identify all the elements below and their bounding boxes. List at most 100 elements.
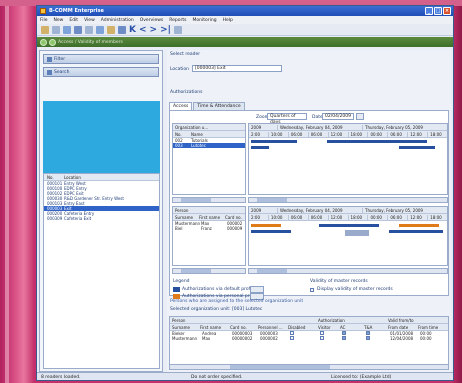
col-org-name[interactable]: Name <box>191 132 245 137</box>
close-button[interactable]: × <box>443 7 451 15</box>
menu-reports[interactable]: Reports <box>169 18 186 23</box>
person-scrollbar[interactable] <box>172 268 246 274</box>
tab-time-attendance[interactable]: Time & Attendance <box>193 102 245 110</box>
calendar-icon[interactable] <box>356 113 364 120</box>
menu-overviews[interactable]: Overviews <box>140 18 164 23</box>
col-surname[interactable]: Surname <box>173 215 199 220</box>
year-header: 2009 <box>251 207 262 213</box>
col-card-no[interactable]: Card no. <box>230 325 258 330</box>
location-field[interactable]: [000003] Exit <box>192 65 282 72</box>
col-surname[interactable]: Surname <box>170 325 200 330</box>
zoom-select[interactable]: Quarters of days <box>267 113 307 125</box>
disabled-checkbox[interactable] <box>290 336 294 340</box>
menu-bar: File New Edit View Administration Overvi… <box>37 16 453 24</box>
person-timeline-scrollbar[interactable] <box>248 268 448 274</box>
back-icon[interactable] <box>40 38 47 46</box>
ta-checkbox[interactable] <box>366 331 370 335</box>
filter-icon[interactable] <box>107 25 115 34</box>
tab-access[interactable]: Access <box>169 102 193 110</box>
authorization-bar[interactable] <box>327 140 427 143</box>
col-from-date[interactable]: From date <box>388 325 418 330</box>
authorization-bar[interactable] <box>389 230 443 233</box>
title-bar: B-COMM Enterprise _ □ × <box>37 6 453 16</box>
table-row[interactable]: Biel Franz 000009 <box>173 226 245 231</box>
col-first-name[interactable]: First name <box>199 215 225 220</box>
col-first-name[interactable]: First name <box>200 325 230 330</box>
save-icon[interactable] <box>52 25 60 34</box>
authorization-bar-personal[interactable] <box>251 224 281 227</box>
forward-icon[interactable] <box>49 38 56 46</box>
col-card-no[interactable]: Card no. <box>225 215 245 220</box>
paste-icon[interactable] <box>85 25 93 34</box>
validity-title: Validity of master records <box>310 279 368 284</box>
menu-edit[interactable]: Edit <box>69 18 78 23</box>
search-header[interactable]: Search <box>43 67 159 77</box>
table-row[interactable]: Mustermann Max 00000002 0000002 12/04/20… <box>170 336 448 341</box>
time-tick: 2:00 <box>251 131 260 137</box>
validity-checkbox[interactable] <box>310 288 314 292</box>
day-header: 2009 Wednesday, February 04, 2009 Thursd… <box>249 124 447 131</box>
timeline-scrollbar[interactable] <box>248 197 448 203</box>
menu-new[interactable]: New <box>54 18 64 23</box>
maximize-button[interactable]: □ <box>434 7 442 15</box>
next-record-icon[interactable]: > <box>150 25 158 35</box>
authorization-bar[interactable] <box>251 140 297 143</box>
scroll-thumb[interactable] <box>181 198 211 202</box>
col-location[interactable]: Location <box>64 175 159 180</box>
disabled-checkbox[interactable] <box>290 331 294 335</box>
col-from-time[interactable]: From time <box>418 325 448 330</box>
day-header-thu: Thursday, February 05, 2009 <box>362 124 447 130</box>
col-org-no[interactable]: No. <box>173 132 191 137</box>
date-field[interactable]: 02/04/2009 <box>322 113 354 120</box>
org-scrollbar[interactable] <box>172 197 246 203</box>
open-icon[interactable] <box>41 25 49 34</box>
person-header-label[interactable]: Person <box>173 208 188 213</box>
org-unit-header-label[interactable]: Organization u... <box>173 125 208 130</box>
ac-checkbox[interactable] <box>342 336 346 340</box>
col-visitor[interactable]: Visitor <box>318 325 340 330</box>
scroll-thumb[interactable] <box>257 269 287 273</box>
filter-header[interactable]: Filter <box>43 54 159 64</box>
ta-checkbox[interactable] <box>366 336 370 340</box>
first-record-icon[interactable]: K <box>129 25 136 35</box>
menu-help[interactable]: Help <box>223 18 233 23</box>
visitor-checkbox[interactable] <box>320 331 324 335</box>
authorization-bar[interactable] <box>319 224 379 227</box>
authorization-bar[interactable] <box>399 146 435 149</box>
settings-icon[interactable] <box>118 25 126 34</box>
authorization-bar[interactable] <box>251 230 291 233</box>
previous-record-icon[interactable]: < <box>139 25 147 35</box>
list-item[interactable]: 000309 Cafeteria Exit <box>44 216 159 221</box>
menu-administration[interactable]: Administration <box>101 18 134 23</box>
time-tick: 12:00 <box>327 214 348 220</box>
table-row-selected[interactable]: 003 Lutotec <box>173 143 245 148</box>
authorization-bar-personal[interactable] <box>399 224 439 227</box>
row-first-name: Max <box>202 336 211 341</box>
last-record-icon[interactable]: >| <box>160 25 171 35</box>
menu-monitoring[interactable]: Monitoring <box>193 18 217 23</box>
col-ac[interactable]: AC <box>340 325 364 330</box>
col-ta[interactable]: T&A <box>364 325 388 330</box>
scroll-thumb[interactable] <box>257 198 287 202</box>
authorization-bar[interactable] <box>251 146 269 149</box>
default-profile-color-button[interactable] <box>250 286 264 293</box>
menu-view[interactable]: View <box>84 18 95 23</box>
scroll-thumb[interactable] <box>181 269 211 273</box>
visitor-checkbox[interactable] <box>320 336 324 340</box>
col-disabled[interactable]: Disabled <box>288 325 318 330</box>
view-dropdown-icon[interactable] <box>173 25 182 34</box>
print-icon[interactable] <box>63 25 71 34</box>
assigned-scrollbar[interactable] <box>169 364 449 370</box>
menu-file[interactable]: File <box>40 18 48 23</box>
group-authorization: Authorization <box>318 317 345 323</box>
toolbar: K < > >| <box>37 24 453 36</box>
col-no[interactable]: No. <box>44 175 64 180</box>
authorization-bar-gap[interactable] <box>345 230 369 236</box>
copy-icon[interactable] <box>74 25 82 34</box>
ac-checkbox[interactable] <box>342 331 346 335</box>
col-personnel[interactable]: Personnel ... <box>258 325 288 330</box>
refresh-icon[interactable] <box>96 25 104 34</box>
scroll-thumb[interactable] <box>230 365 330 369</box>
time-tick: 06:00 <box>387 131 407 137</box>
minimize-button[interactable]: _ <box>425 7 433 15</box>
